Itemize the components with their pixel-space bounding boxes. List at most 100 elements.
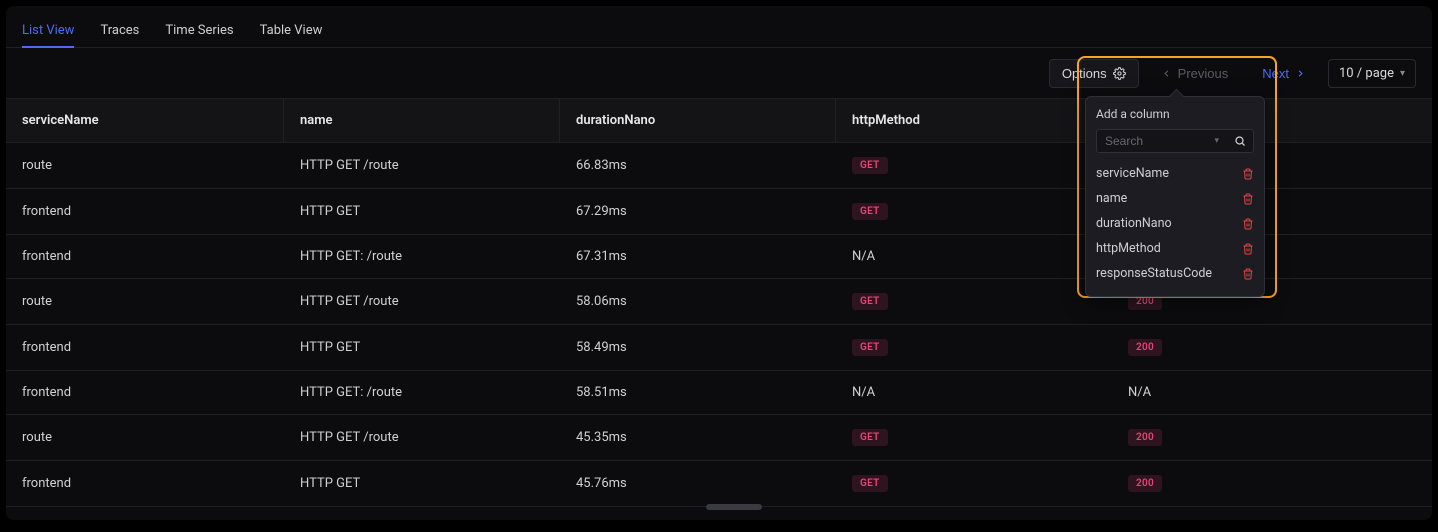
- table-row[interactable]: routeHTTP GET /route45.35ms GET 200: [6, 415, 1432, 461]
- http-method-badge: GET: [852, 475, 888, 492]
- cell-durationNano: 58.49ms: [560, 325, 836, 370]
- cell-httpMethod: GET: [836, 415, 1112, 460]
- chevron-right-icon: [1295, 68, 1306, 79]
- cell-serviceName: frontend: [6, 461, 284, 506]
- cell-responseStatusCode: N/A: [1112, 371, 1432, 414]
- next-label: Next: [1262, 66, 1289, 81]
- http-method-badge: GET: [852, 203, 888, 220]
- previous-button[interactable]: Previous: [1149, 60, 1241, 87]
- cell-name: HTTP GET: /route: [284, 235, 560, 278]
- cell-httpMethod: GET: [836, 189, 1112, 234]
- column-search-input[interactable]: [1096, 129, 1232, 153]
- cell-durationNano: 45.78ms: [560, 507, 836, 520]
- chevron-down-icon: ▾: [1400, 68, 1405, 79]
- cell-serviceName: route: [6, 279, 284, 324]
- status-code-badge: 200: [1128, 475, 1162, 492]
- col-name[interactable]: name: [284, 99, 560, 142]
- selected-columns-list: serviceName name durationNano httpMethod res…: [1096, 161, 1254, 286]
- cell-responseStatusCode: 200: [1112, 461, 1432, 506]
- cell-durationNano: 45.76ms: [560, 461, 836, 506]
- app-frame: List View Traces Time Series Table View …: [6, 6, 1432, 520]
- http-method-badge: GET: [852, 293, 888, 310]
- options-label: Options: [1062, 66, 1107, 81]
- tab-traces[interactable]: Traces: [100, 15, 139, 48]
- column-chip[interactable]: name: [1096, 186, 1254, 211]
- tab-time-series[interactable]: Time Series: [165, 15, 233, 48]
- http-method-badge: GET: [852, 157, 888, 174]
- http-method-badge: GET: [852, 339, 888, 356]
- column-search-row: ▾: [1096, 129, 1254, 153]
- http-method-badge: GET: [852, 429, 888, 446]
- cell-serviceName: frontend: [6, 235, 284, 278]
- view-tabs: List View Traces Time Series Table View: [6, 6, 1432, 48]
- cell-serviceName: frontend: [6, 325, 284, 370]
- gear-icon: [1113, 67, 1126, 80]
- cell-durationNano: 45.35ms: [560, 415, 836, 460]
- add-column-popover: Add a column ▾ serviceName name durationNa…: [1085, 96, 1265, 297]
- cell-serviceName: route: [6, 415, 284, 460]
- cell-responseStatusCode: 200: [1112, 325, 1432, 370]
- trash-icon[interactable]: [1242, 193, 1254, 205]
- cell-durationNano: 67.31ms: [560, 235, 836, 278]
- search-icon: [1234, 135, 1246, 147]
- cell-name: HTTP GET /route: [284, 415, 560, 460]
- next-button[interactable]: Next: [1250, 60, 1318, 87]
- table-row[interactable]: frontendHTTP GET45.76ms GET 200: [6, 461, 1432, 507]
- column-chip-label: httpMethod: [1096, 241, 1161, 256]
- cell-name: HTTP GET /route: [284, 143, 560, 188]
- column-search-button[interactable]: [1227, 129, 1254, 153]
- trash-icon[interactable]: [1242, 168, 1254, 180]
- column-chip-label: serviceName: [1096, 166, 1169, 181]
- page-size-label: 10 / page: [1339, 66, 1394, 81]
- column-chip-label: name: [1096, 191, 1127, 206]
- cell-serviceName: route: [6, 143, 284, 188]
- cell-durationNano: 66.83ms: [560, 143, 836, 188]
- cell-responseStatusCode: 200: [1112, 415, 1432, 460]
- table-row[interactable]: frontendHTTP GET: /route58.51msN/AN/A: [6, 371, 1432, 415]
- trash-icon[interactable]: [1242, 268, 1254, 280]
- cell-serviceName: frontend: [6, 189, 284, 234]
- cell-httpMethod: GET: [836, 461, 1112, 506]
- tab-list-view[interactable]: List View: [22, 15, 74, 48]
- column-chip-label: responseStatusCode: [1096, 266, 1212, 281]
- column-chip[interactable]: durationNano: [1096, 211, 1254, 236]
- cell-serviceName: frontend: [6, 507, 284, 520]
- toolbar: Options Previous Next 10 / page ▾: [6, 48, 1432, 98]
- cell-durationNano: 58.51ms: [560, 371, 836, 414]
- cell-durationNano: 67.29ms: [560, 189, 836, 234]
- cell-httpMethod: GET: [836, 325, 1112, 370]
- page-size-select[interactable]: 10 / page ▾: [1328, 59, 1416, 88]
- cell-httpMethod: GET: [836, 279, 1112, 324]
- cell-name: HTTP GET: /route: [284, 371, 560, 414]
- cell-httpMethod: N/A: [836, 507, 1112, 520]
- cell-httpMethod: GET: [836, 143, 1112, 188]
- table-row[interactable]: frontendHTTP GET58.49ms GET 200: [6, 325, 1432, 371]
- cell-name: HTTP GET: [284, 461, 560, 506]
- cell-durationNano: 58.06ms: [560, 279, 836, 324]
- trash-icon[interactable]: [1242, 243, 1254, 255]
- trash-icon[interactable]: [1242, 218, 1254, 230]
- col-serviceName[interactable]: serviceName: [6, 99, 284, 142]
- status-code-badge: 200: [1128, 429, 1162, 446]
- horizontal-scrollbar-thumb[interactable]: [706, 504, 762, 510]
- column-chip[interactable]: serviceName: [1096, 161, 1254, 186]
- chevron-left-icon: [1161, 68, 1172, 79]
- status-code-badge: 200: [1128, 339, 1162, 356]
- column-chip[interactable]: httpMethod: [1096, 236, 1254, 261]
- column-chip-label: durationNano: [1096, 216, 1172, 231]
- column-chip[interactable]: responseStatusCode: [1096, 261, 1254, 286]
- cell-httpMethod: N/A: [836, 235, 1112, 278]
- popover-title: Add a column: [1096, 107, 1254, 121]
- options-button[interactable]: Options: [1049, 59, 1139, 88]
- cell-name: HTTP GET /route: [284, 279, 560, 324]
- tab-table-view[interactable]: Table View: [260, 15, 323, 48]
- cell-name: HTTP GET: [284, 189, 560, 234]
- cell-httpMethod: N/A: [836, 371, 1112, 414]
- cell-serviceName: frontend: [6, 371, 284, 414]
- cell-responseStatusCode: N/A: [1112, 507, 1432, 520]
- col-httpMethod[interactable]: httpMethod: [836, 99, 1112, 142]
- col-durationNano[interactable]: durationNano: [560, 99, 836, 142]
- cell-name: HTTP GET: [284, 325, 560, 370]
- previous-label: Previous: [1178, 66, 1229, 81]
- cell-name: HTTP GET: /route: [284, 507, 560, 520]
